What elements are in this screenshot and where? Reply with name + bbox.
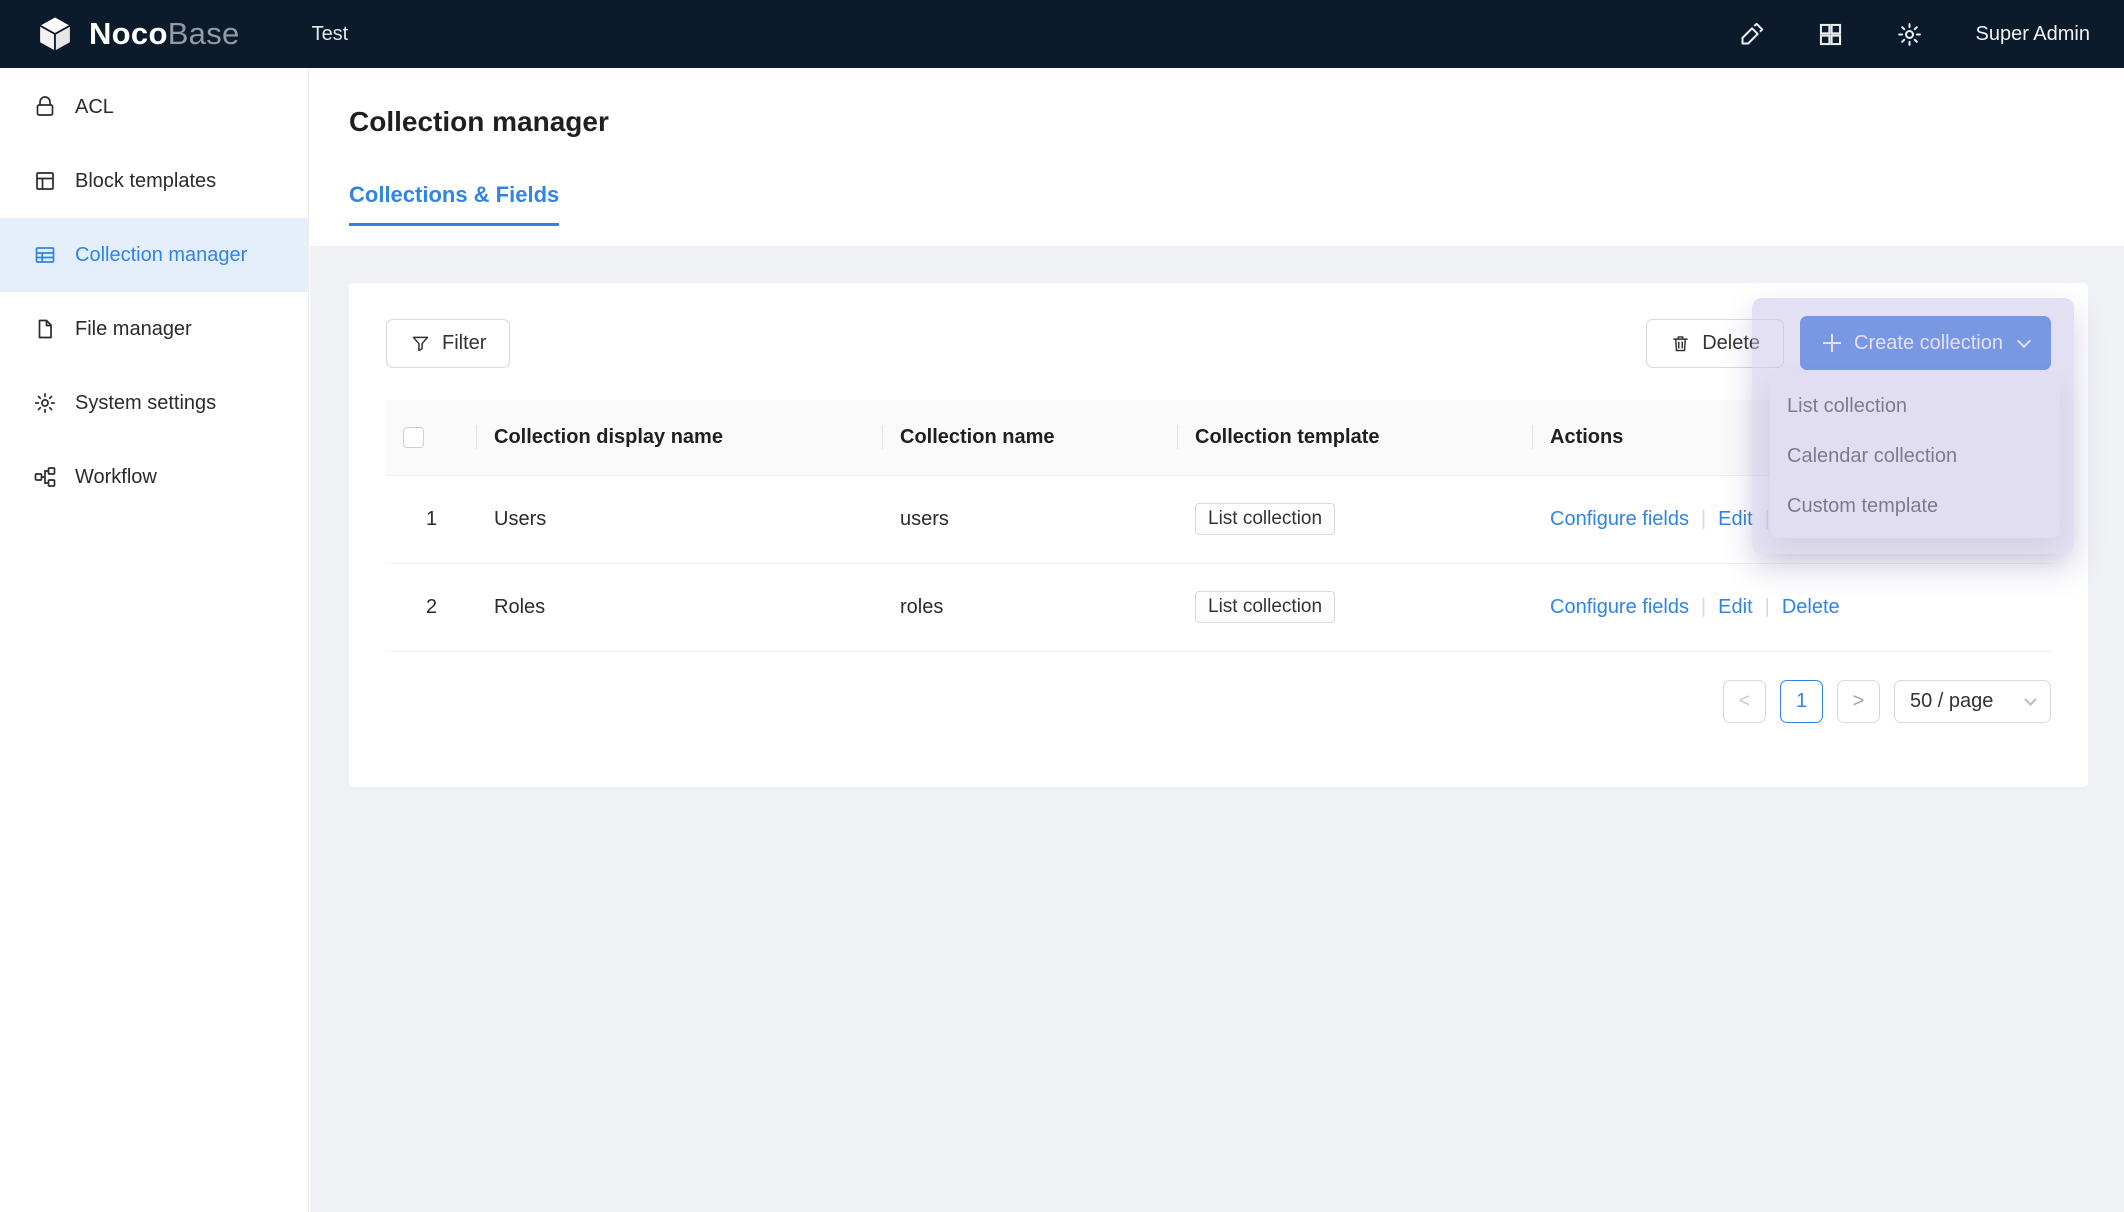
cell-display-name: Roles [477,563,883,651]
configure-fields-link[interactable]: Configure fields [1550,508,1689,530]
gear-icon[interactable] [1896,21,1923,48]
sidebar-item-acl[interactable]: ACL [0,70,308,144]
sidebar-item-label: System settings [75,392,216,415]
sidebar-item-label: Block templates [75,170,216,193]
card-toolbar: Filter Delete Create collection [386,316,2051,370]
cell-actions: Configure fields | Edit | Delete [1533,563,2051,651]
gear-icon [33,391,57,415]
delete-button-label: Delete [1702,332,1760,355]
cell-display-name: Users [477,475,883,563]
main-content: Collection manager Collections & Fields … [310,68,2124,1212]
filter-button[interactable]: Filter [386,319,510,368]
edit-link[interactable]: Edit [1718,596,1752,618]
column-display-name: Collection display name [477,400,883,475]
trash-icon [1670,333,1691,354]
create-collection-label: Create collection [1854,332,2003,355]
template-tag: List collection [1195,503,1335,535]
create-collection-menu: List collection Calendar collection Cust… [1770,374,2060,538]
delete-link[interactable]: Delete [1782,596,1840,618]
sidebar-item-label: File manager [75,318,192,341]
brand-text: NocoBase [89,16,240,52]
cell-collection-name: roles [883,563,1178,651]
top-navbar: NocoBase Test Super Admin [0,0,2124,68]
template-tag: List collection [1195,591,1335,623]
appstore-icon[interactable] [1817,21,1844,48]
edit-link[interactable]: Edit [1718,508,1752,530]
tabs-bar: Collections & Fields [349,182,2124,226]
plus-icon [1822,333,1842,353]
nav-menu-test[interactable]: Test [312,23,349,46]
action-divider: | [1765,596,1770,618]
row-index: 2 [386,563,477,651]
filter-button-label: Filter [442,332,486,355]
sidebar-item-collection-manager[interactable]: Collection manager [0,218,308,292]
cell-collection-name: users [883,475,1178,563]
tab-collections-and-fields[interactable]: Collections & Fields [349,182,559,226]
nocobase-logo[interactable]: NocoBase [34,13,240,55]
column-collection-name: Collection name [883,400,1178,475]
pagination-prev-button[interactable]: < [1723,680,1766,723]
menu-item-list-collection[interactable]: List collection [1770,381,2060,431]
menu-item-calendar-collection[interactable]: Calendar collection [1770,431,2060,481]
brand-base: Base [168,16,240,51]
pagination-page-1[interactable]: 1 [1780,680,1823,723]
page-title: Collection manager [349,106,2124,138]
cell-collection-template: List collection [1178,475,1533,563]
page-header: Collection manager Collections & Fields [310,68,2124,247]
sidebar-item-label: Workflow [75,466,157,489]
sidebar-item-workflow[interactable]: Workflow [0,440,308,514]
action-divider: | [1701,596,1706,618]
configure-fields-link[interactable]: Configure fields [1550,596,1689,618]
action-divider: | [1701,508,1706,530]
row-index: 1 [386,475,477,563]
pagination: < 1 > 50 / page [386,680,2051,723]
file-icon [33,317,57,341]
lock-icon [33,95,57,119]
column-collection-template: Collection template [1178,400,1533,475]
page-size-select[interactable]: 50 / page [1894,680,2051,723]
chevron-down-icon [2024,693,2037,706]
sidebar-item-block-templates[interactable]: Block templates [0,144,308,218]
brand-noco: Noco [89,16,168,51]
cell-collection-template: List collection [1178,563,1533,651]
select-all-checkbox[interactable] [403,427,424,448]
sidebar-item-label: Collection manager [75,244,247,267]
page-size-value: 50 / page [1910,690,1993,713]
table-row: 2 Roles roles List collection Configure … [386,563,2051,651]
chevron-down-icon [2017,334,2031,348]
highlighter-icon[interactable] [1738,21,1765,48]
workflow-icon [33,465,57,489]
create-collection-button[interactable]: Create collection [1800,316,2051,370]
navbar-right: Super Admin [1738,21,2090,48]
user-name[interactable]: Super Admin [1975,23,2090,46]
filter-icon [410,333,431,354]
delete-button[interactable]: Delete [1646,319,1784,368]
pagination-next-button[interactable]: > [1837,680,1880,723]
table-icon [33,243,57,267]
layout-icon [33,169,57,193]
sidebar-item-file-manager[interactable]: File manager [0,292,308,366]
cube-logo-icon [34,13,76,55]
sidebar: ACL Block templates Collection manager F… [0,68,309,1212]
sidebar-item-system-settings[interactable]: System settings [0,366,308,440]
sidebar-item-label: ACL [75,96,114,119]
menu-item-custom-template[interactable]: Custom template [1770,481,2060,531]
